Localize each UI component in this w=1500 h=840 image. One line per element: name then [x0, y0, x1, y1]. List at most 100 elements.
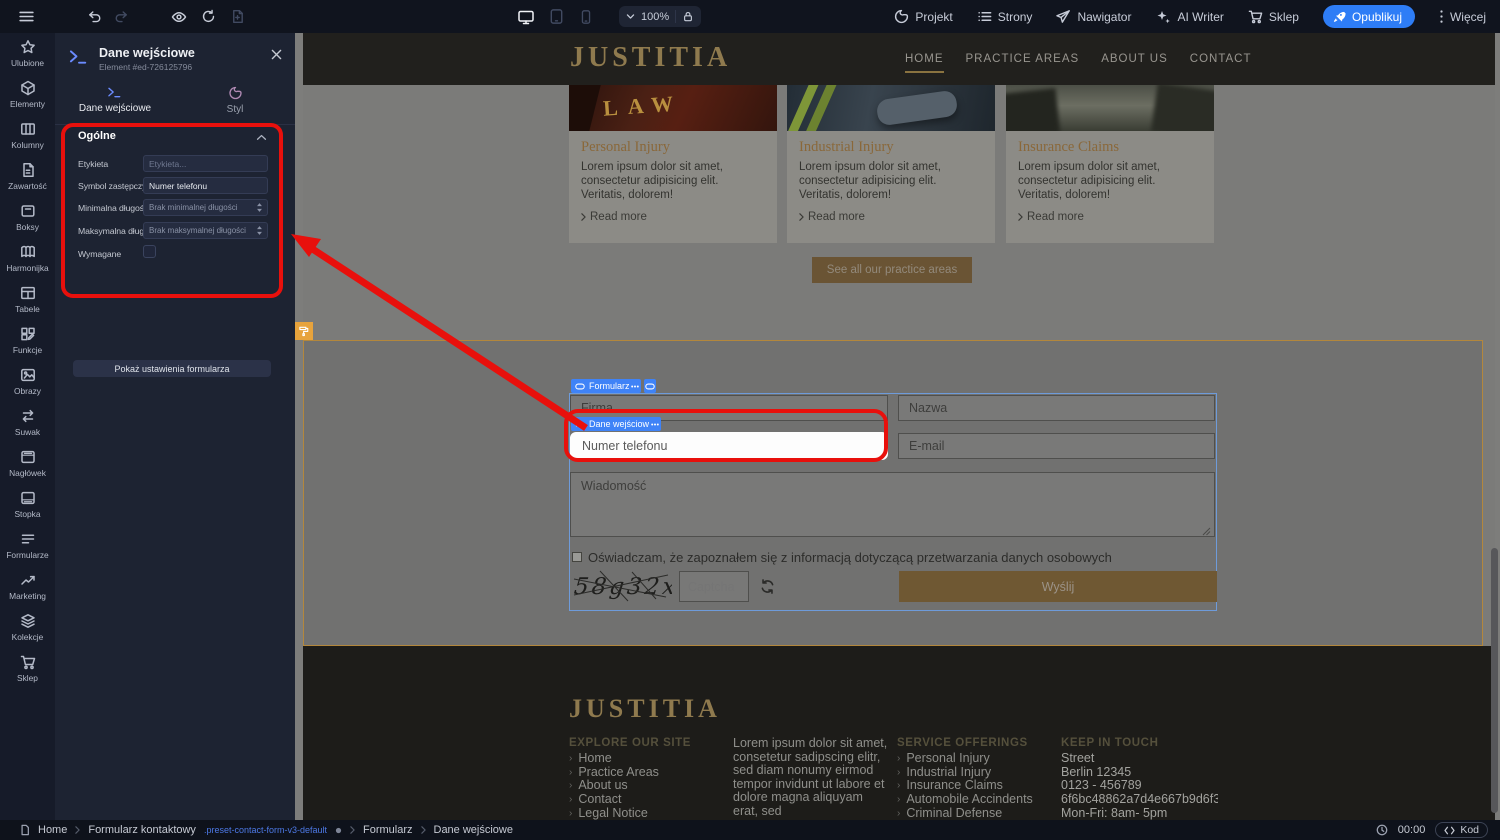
eye-icon	[171, 9, 187, 25]
card-industrial-injury[interactable]: Industrial Injury Lorem ipsum dolor sit …	[787, 85, 995, 243]
breadcrumb-dane-wejsciowe[interactable]: Dane wejściowe	[434, 824, 513, 836]
rail-item-marketing[interactable]: Marketing	[0, 566, 55, 607]
device-tablet-button[interactable]	[548, 8, 565, 25]
footer-link-about-us[interactable]: ›About us	[569, 779, 659, 793]
rail-item-funkcje[interactable]: Funkcje	[0, 320, 55, 361]
panel-close-button[interactable]	[271, 49, 282, 60]
publish-button[interactable]: Opublikuj	[1323, 5, 1415, 28]
rail-item-suwak[interactable]: Suwak	[0, 402, 55, 443]
ai-writer-button[interactable]: AI Writer	[1155, 9, 1223, 25]
footer-link-automobile-accidents[interactable]: ›Automobile Accindents	[897, 793, 1033, 807]
nav-practice-areas[interactable]: PRACTICE AREAS	[966, 53, 1080, 73]
nav-contact[interactable]: CONTACT	[1190, 53, 1252, 73]
phone-input-selected[interactable]	[570, 432, 888, 460]
tab-dane-wejsciowe[interactable]: Dane wejściowe	[55, 86, 175, 115]
nav-about-us[interactable]: ABOUT US	[1101, 53, 1168, 73]
site-logo[interactable]: JUSTITIA	[570, 42, 731, 74]
submit-button[interactable]: Wyślij	[899, 571, 1217, 602]
refresh-button[interactable]	[201, 9, 216, 24]
resize-handle-icon[interactable]	[1202, 527, 1211, 536]
nazwa-input[interactable]	[898, 395, 1215, 421]
consent-checkbox[interactable]	[572, 552, 582, 562]
preview-button[interactable]	[171, 9, 187, 25]
redo-button[interactable]	[114, 9, 129, 24]
input-tag-menu[interactable]	[649, 417, 661, 431]
minimalna-dlugosc-select[interactable]: Brak minimalnej długości	[143, 199, 268, 216]
footer-link-home[interactable]: ›Home	[569, 752, 659, 766]
zoom-control[interactable]: 100%	[619, 6, 701, 27]
breadcrumb-preset-class[interactable]: .preset-contact-form-v3-default	[204, 825, 327, 835]
lock-icon[interactable]	[682, 10, 694, 23]
form-tag-duplicate[interactable]	[644, 379, 656, 393]
rail-item-zawartosc[interactable]: Zawartość	[0, 156, 55, 197]
rail-item-sklep[interactable]: Sklep	[0, 648, 55, 689]
rail-item-elementy[interactable]: Elementy	[0, 74, 55, 115]
navigator-button[interactable]: Nawigator	[1056, 9, 1131, 24]
contact-hours: Mon-Fri: 8am- 5pm	[1061, 807, 1218, 820]
form-tag[interactable]: Formularz	[571, 379, 636, 393]
rail-item-kolumny[interactable]: Kolumny	[0, 115, 55, 156]
input-element-icon	[69, 48, 89, 66]
footer-link-contact[interactable]: ›Contact	[569, 793, 659, 807]
footer-link-insurance-claims[interactable]: ›Insurance Claims	[897, 779, 1033, 793]
code-button[interactable]: Kod	[1435, 822, 1488, 838]
read-more-link[interactable]: Read more	[1018, 211, 1202, 223]
star-icon	[20, 39, 36, 55]
undo-button[interactable]	[87, 9, 102, 24]
footer-link-criminal-defense[interactable]: ›Criminal Defense	[897, 807, 1033, 820]
breadcrumb-home[interactable]: Home	[38, 824, 67, 836]
breadcrumb-page[interactable]: Formularz kontaktowy	[88, 824, 196, 836]
chevron-down-icon	[626, 13, 635, 20]
contact-city: Berlin 12345	[1061, 766, 1218, 780]
device-desktop-button[interactable]	[517, 8, 535, 26]
rail-item-stopka[interactable]: Stopka	[0, 484, 55, 525]
footer-link-industrial-injury[interactable]: ›Industrial Injury	[897, 766, 1033, 780]
maksymalna-dlugosc-select[interactable]: Brak maksymalnej długości	[143, 222, 268, 239]
footer-link-personal-injury[interactable]: ›Personal Injury	[897, 752, 1033, 766]
canvas-scrollbar[interactable]	[1491, 548, 1498, 813]
footer-link-practice-areas[interactable]: ›Practice Areas	[569, 766, 659, 780]
chevron-up-icon[interactable]	[256, 134, 267, 141]
chevron-right-icon	[799, 213, 804, 221]
rail-item-kolekcje[interactable]: Kolekcje	[0, 607, 55, 648]
email-input[interactable]	[898, 433, 1215, 459]
read-more-link[interactable]: Read more	[581, 211, 765, 223]
card-personal-injury[interactable]: LAW Personal Injury Lorem ipsum dolor si…	[569, 85, 777, 243]
etykieta-input[interactable]	[143, 155, 268, 172]
section-drag-handle[interactable]	[295, 322, 313, 340]
captcha-input[interactable]	[679, 571, 749, 602]
rail-item-ulubione[interactable]: Ulubione	[0, 33, 55, 74]
card-insurance-claims[interactable]: Insurance Claims Lorem ipsum dolor sit a…	[1006, 85, 1214, 243]
pages-button[interactable]: Strony	[977, 9, 1033, 24]
rail-item-obrazy[interactable]: Obrazy	[0, 361, 55, 402]
show-form-settings-button[interactable]: Pokaż ustawienia formularza	[73, 360, 271, 377]
see-all-practice-areas-button[interactable]: See all our practice areas	[812, 257, 972, 283]
rail-item-harmonijka[interactable]: Harmonijka	[0, 238, 55, 279]
breadcrumb-formularz[interactable]: Formularz	[363, 824, 413, 836]
shop-button[interactable]: Sklep	[1248, 9, 1299, 24]
rail-item-boksy[interactable]: Boksy	[0, 197, 55, 238]
save-button[interactable]	[230, 9, 245, 24]
rail-item-naglowek[interactable]: Nagłówek	[0, 443, 55, 484]
accordion-icon	[20, 244, 36, 260]
footer-link-legal-notice[interactable]: ›Legal Notice	[569, 807, 659, 820]
symbol-zastepczy-input[interactable]	[143, 177, 268, 194]
main-menu-button[interactable]	[18, 8, 35, 25]
form-tag-menu[interactable]	[629, 379, 641, 393]
footer-services-links: ›Personal Injury ›Industrial Injury ›Ins…	[897, 752, 1033, 820]
cube-icon	[20, 80, 36, 96]
message-textarea[interactable]	[570, 472, 1215, 537]
wymagane-checkbox[interactable]	[143, 245, 156, 258]
nav-home[interactable]: HOME	[905, 53, 944, 73]
chevron-right-icon	[75, 826, 80, 834]
read-more-link[interactable]: Read more	[799, 211, 983, 223]
more-button[interactable]: Więcej	[1439, 9, 1486, 24]
rail-item-tabele[interactable]: Tabele	[0, 279, 55, 320]
project-button[interactable]: Projekt	[894, 9, 952, 24]
captcha-refresh-icon[interactable]	[759, 578, 776, 595]
device-mobile-button[interactable]	[578, 9, 594, 25]
tab-styl[interactable]: Styl	[175, 86, 295, 115]
save-file-icon	[230, 9, 245, 24]
rail-item-formularze[interactable]: Formularze	[0, 525, 55, 566]
input-element-tag[interactable]: Dane wejściowe	[571, 417, 660, 431]
